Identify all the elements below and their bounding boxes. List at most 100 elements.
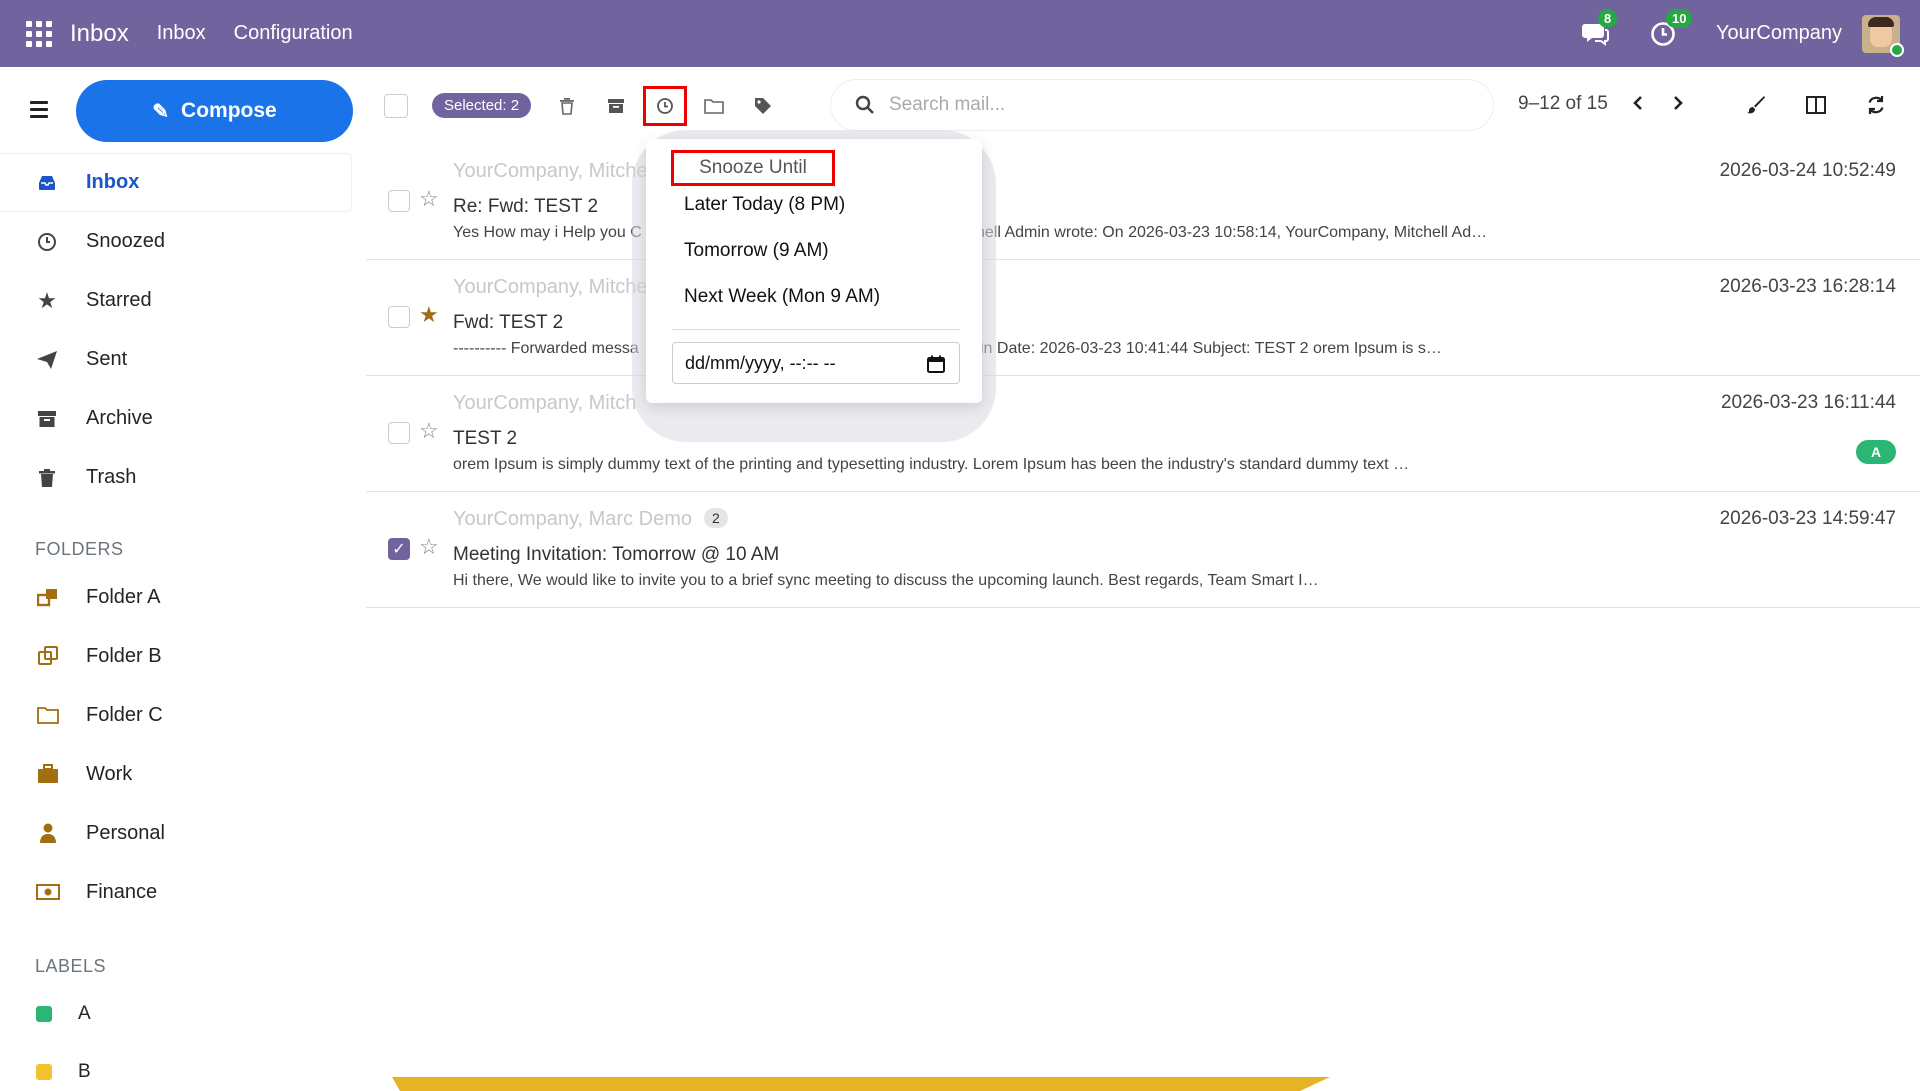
pager-value: 9–12 of 15 <box>1518 93 1608 114</box>
menu-inbox[interactable]: Inbox <box>157 22 206 45</box>
money-icon <box>36 884 60 900</box>
label-color-swatch <box>36 1006 52 1022</box>
select-all-checkbox[interactable] <box>384 93 408 118</box>
user-icon <box>36 823 60 843</box>
snooze-button[interactable] <box>643 85 688 126</box>
folder-label: Personal <box>86 821 165 844</box>
delete-button[interactable] <box>545 86 589 126</box>
sidebar-item-snoozed[interactable]: Snoozed <box>0 212 352 271</box>
previous-page-button[interactable] <box>1624 89 1652 117</box>
row-checkbox[interactable]: ✓ <box>388 538 410 560</box>
sidebar: ✎ Compose Inbox Snoozed ★ Starred Sent A… <box>0 67 366 1091</box>
activities-count-badge: 10 <box>1665 8 1693 28</box>
mailbox-nav: Inbox Snoozed ★ Starred Sent Archive Tra… <box>0 153 352 507</box>
sidebar-item-personal[interactable]: Personal <box>0 805 352 861</box>
top-navbar: Inbox Inbox Configuration 8 10 YourCompa… <box>0 0 1920 67</box>
row-checkbox[interactable] <box>388 190 410 212</box>
mail-from: YourCompany, Marc Demo 2 <box>453 508 728 531</box>
mail-date: 2026-03-23 16:11:44 <box>1720 392 1896 413</box>
snooze-dropdown: Snooze Until Later Today (8 PM) Tomorrow… <box>646 139 982 403</box>
search-bar[interactable] <box>830 79 1494 131</box>
compose-label: Compose <box>181 99 277 122</box>
sidebar-item-label: Archive <box>86 407 153 429</box>
label-button[interactable] <box>741 86 785 126</box>
mail-subject: Re: Fwd: TEST 2 <box>453 196 599 217</box>
sidebar-item-label: Starred <box>86 289 152 311</box>
row-checkbox[interactable] <box>388 422 410 444</box>
sidebar-item-label: Snoozed <box>86 230 165 252</box>
folder-label: Work <box>86 762 133 785</box>
sidebar-item-sent[interactable]: Sent <box>0 330 352 389</box>
company-switcher[interactable]: YourCompany <box>1716 22 1842 45</box>
thread-count-badge: 2 <box>703 508 728 528</box>
hamburger-menu-icon[interactable] <box>30 101 48 122</box>
mail-preview-tail: hell Admin wrote: On 2026-03-23 10:58:14… <box>976 224 1488 241</box>
refresh-button[interactable] <box>1858 87 1894 123</box>
sidebar-item-finance[interactable]: Finance <box>0 864 352 920</box>
mail-row[interactable]: ★ YourCompany, Mitche Fwd: TEST 2 ------… <box>366 260 1920 376</box>
app-brand[interactable]: Inbox <box>70 20 129 48</box>
mail-from-name: YourCompany, Marc Demo <box>453 508 692 530</box>
snooze-datetime-input[interactable]: dd/mm/yyyy, --:-- -- <box>672 342 960 384</box>
star-icon: ★ <box>37 287 57 313</box>
folder-copy-icon <box>36 646 60 666</box>
mail-row[interactable]: ☆ YourCompany, Mitche Re: Fwd: TEST 2 Ye… <box>366 144 1920 260</box>
folder-multi-icon <box>36 587 60 607</box>
sidebar-label-b[interactable]: B <box>0 1052 352 1091</box>
archive-button[interactable] <box>594 86 638 126</box>
sidebar-item-starred[interactable]: ★ Starred <box>0 271 352 330</box>
folder-icon <box>36 706 60 724</box>
sidebar-label-a[interactable]: A <box>0 994 352 1034</box>
sidebar-item-folder-a[interactable]: Folder A <box>0 569 352 625</box>
star-toggle-icon[interactable]: ★ <box>419 302 439 328</box>
search-input[interactable] <box>889 94 1449 116</box>
folders-heading: FOLDERS <box>35 539 124 559</box>
mail-from: YourCompany, Mitch <box>453 392 637 414</box>
menu-configuration[interactable]: Configuration <box>234 22 353 45</box>
sidebar-item-trash[interactable]: Trash <box>0 448 352 507</box>
label-name: A <box>78 1003 91 1024</box>
apps-grid-icon[interactable] <box>26 20 52 47</box>
inbox-icon <box>36 174 58 192</box>
compose-button[interactable]: ✎ Compose <box>76 80 353 142</box>
sidebar-item-archive[interactable]: Archive <box>0 389 352 448</box>
mail-preview: Hi there, We would like to invite you to… <box>453 572 1319 589</box>
mail-list: ☆ YourCompany, Mitche Re: Fwd: TEST 2 Ye… <box>366 144 1920 608</box>
columns-icon <box>1806 96 1826 114</box>
activities-button[interactable]: 10 <box>1648 8 1693 49</box>
star-toggle-icon[interactable]: ☆ <box>419 418 439 444</box>
customize-button[interactable] <box>1738 87 1774 123</box>
mail-subject: Meeting Invitation: Tomorrow @ 10 AM <box>453 544 780 565</box>
mail-row[interactable]: ✓ ☆ YourCompany, Marc Demo 2 Meeting Invi… <box>366 492 1920 608</box>
snooze-until-heading: Snooze Until <box>671 150 835 186</box>
move-to-folder-button[interactable] <box>692 86 736 126</box>
search-icon <box>855 95 874 114</box>
messages-count-badge: 8 <box>1597 8 1618 28</box>
calendar-icon[interactable] <box>927 355 945 373</box>
chevron-left-icon <box>1633 96 1642 110</box>
row-checkbox[interactable] <box>388 306 410 328</box>
trash-icon <box>560 97 575 115</box>
star-toggle-icon[interactable]: ☆ <box>419 534 439 560</box>
mail-toolbar: Selected: 2 9–12 of 15 <box>366 67 1920 144</box>
snooze-later-today-option[interactable]: Later Today (8 PM) <box>684 194 845 216</box>
messages-button[interactable]: 8 <box>1580 8 1618 49</box>
mail-date: 2026-03-24 10:52:49 <box>1719 160 1896 181</box>
snooze-tomorrow-option[interactable]: Tomorrow (9 AM) <box>684 240 829 262</box>
user-avatar[interactable] <box>1862 14 1904 57</box>
sidebar-item-inbox[interactable]: Inbox <box>0 153 352 212</box>
chevron-right-icon <box>1674 96 1683 110</box>
split-view-button[interactable] <box>1798 87 1834 123</box>
folder-label: Finance <box>86 880 158 903</box>
sidebar-item-folder-c[interactable]: Folder C <box>0 687 352 743</box>
sidebar-item-label: Trash <box>86 466 137 488</box>
sidebar-item-work[interactable]: Work <box>0 746 352 802</box>
next-page-button[interactable] <box>1664 89 1692 117</box>
folder-label: Folder C <box>86 703 163 726</box>
mail-row[interactable]: ☆ YourCompany, Mitch TEST 2 orem Ipsum i… <box>366 376 1920 492</box>
star-toggle-icon[interactable]: ☆ <box>419 186 439 212</box>
snooze-next-week-option[interactable]: Next Week (Mon 9 AM) <box>684 286 880 308</box>
folder-label: Folder A <box>86 585 161 608</box>
selected-count-badge: Selected: 2 <box>432 93 532 118</box>
sidebar-item-folder-b[interactable]: Folder B <box>0 628 352 684</box>
